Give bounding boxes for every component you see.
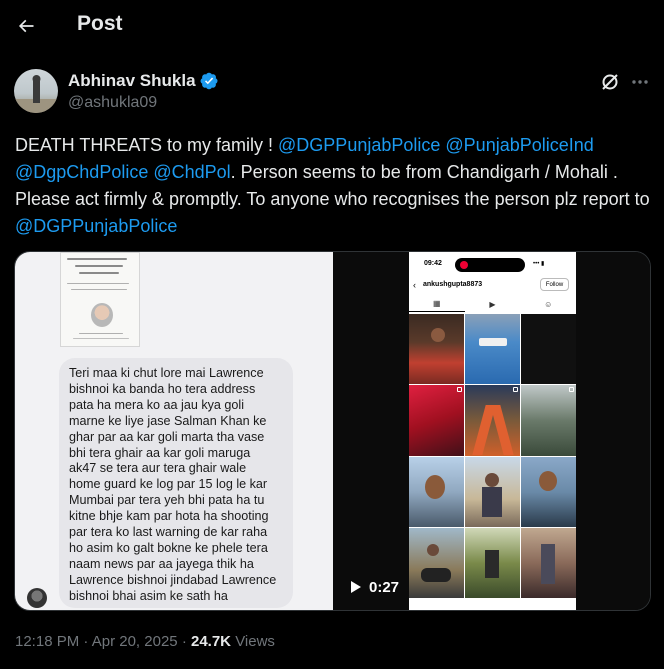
profile-tabs: ▦ ▶ ☺ [409, 296, 576, 312]
chevron-left-icon: ‹ [413, 280, 416, 290]
reels-icon: ▶ [489, 299, 496, 309]
instagram-screenshot: 09:42 ••• ▮ ‹ ankushgupta8873 Follow ▦ ▶… [333, 252, 650, 610]
author-name[interactable]: Abhinav Shukla [68, 71, 196, 91]
video-controls[interactable]: 0:27 [351, 577, 411, 597]
post-date[interactable]: Apr 20, 2025 [92, 633, 178, 650]
separator: · [181, 633, 187, 650]
mention-link[interactable]: @DGPPunjabPolice [15, 216, 177, 236]
grid-photo [465, 527, 520, 598]
page-title: Post [77, 12, 123, 35]
portrait-photo [91, 303, 113, 327]
text-segment: DEATH THREATS to my family ! [15, 135, 279, 155]
grid-photo [521, 456, 576, 527]
author-handle[interactable]: @ashukla09 [68, 94, 157, 112]
chat-screenshot: Teri maa ki chut lore mai Lawrence bishn… [15, 252, 333, 610]
greeting-card-image [60, 252, 140, 347]
grid-photo [409, 385, 464, 456]
grid-icon: ▦ [409, 296, 465, 312]
separator: · [83, 633, 89, 650]
mention-link[interactable]: @DgpChdPolice [15, 162, 148, 182]
avatar[interactable] [14, 69, 58, 113]
avatar-image [14, 75, 58, 113]
grid-photo [465, 456, 520, 527]
views-label: Views [235, 633, 275, 650]
signal-battery-icon: ••• ▮ [533, 261, 545, 267]
grid-photo [521, 527, 576, 598]
grid-photo [521, 385, 576, 456]
tagged-icon: ☺ [544, 299, 553, 309]
video-player[interactable]: Teri maa ki chut lore mai Lawrence bishn… [14, 251, 651, 611]
profile-username: ankushgupta8873 [423, 281, 483, 288]
grid-photo [409, 456, 464, 527]
threat-message-bubble: Teri maa ki chut lore mai Lawrence bishn… [59, 358, 293, 608]
post-meta: 12:18 PM · Apr 20, 2025 · 24.7K Views [15, 633, 275, 650]
mention-link[interactable]: @PunjabPoliceInd [445, 135, 593, 155]
post-time[interactable]: 12:18 PM [15, 633, 79, 650]
grid-photo [409, 314, 464, 385]
tweet-text: DEATH THREATS to my family ! @DGPPunjabP… [15, 132, 655, 240]
views-count: 24.7K [190, 633, 232, 650]
grid-photo [521, 314, 576, 385]
verified-badge-icon [200, 72, 218, 90]
phone-screen: 09:42 ••• ▮ ‹ ankushgupta8873 Follow ▦ ▶… [409, 252, 576, 610]
grid-photo [465, 314, 520, 385]
back-button[interactable] [8, 8, 44, 44]
arrow-left-icon [18, 19, 34, 33]
phone-clock: 09:42 [424, 260, 442, 267]
play-icon[interactable] [351, 581, 361, 593]
mention-link[interactable]: @ChdPol [153, 162, 230, 182]
follow-button: Follow [540, 278, 569, 291]
mention-link[interactable]: @DGPPunjabPolice [278, 135, 440, 155]
grid-photo [409, 527, 464, 598]
grok-icon[interactable] [598, 70, 622, 94]
photo-grid [409, 314, 576, 598]
dynamic-island [455, 258, 525, 272]
sender-avatar [27, 588, 47, 608]
grid-photo [465, 385, 520, 456]
more-options-icon[interactable] [627, 70, 653, 94]
video-duration: 0:27 [369, 578, 400, 596]
post-header: Post [0, 0, 664, 52]
